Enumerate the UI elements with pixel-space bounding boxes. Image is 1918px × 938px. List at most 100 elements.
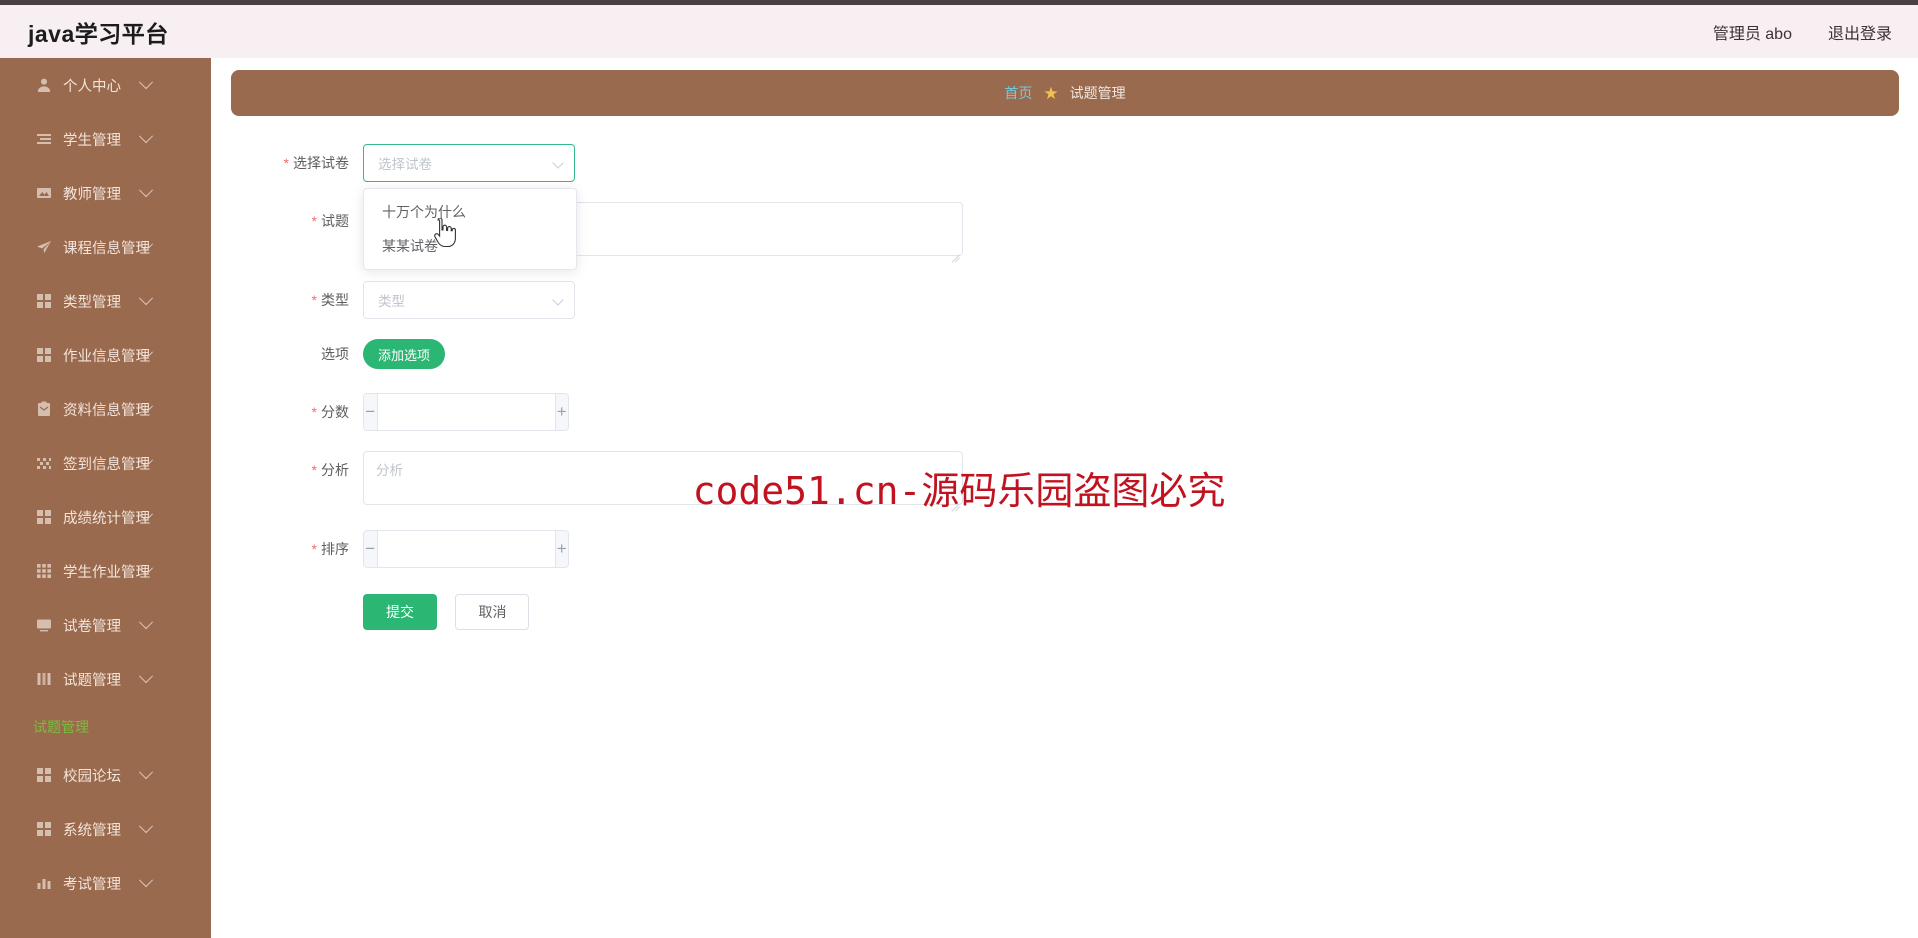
current-user: 管理员 abo [1712, 25, 1792, 43]
sort-decrement-button[interactable]: − [364, 531, 378, 567]
sidebar-item-homework-info-management[interactable]: 作业信息管理 [0, 328, 211, 382]
sidebar-item-label: 系统管理 [63, 822, 121, 839]
add-option-button[interactable]: 添加选项 [363, 339, 446, 369]
sidebar-item-type-management[interactable]: 类型管理 [0, 274, 211, 328]
options-label: 选项 [321, 346, 349, 362]
sidebar-item-label: 资料信息管理 [63, 402, 150, 419]
submit-button[interactable]: 提交 [363, 594, 437, 630]
sidebar-item-paper-management[interactable]: 试卷管理 [0, 598, 211, 652]
breadcrumb-current: 试题管理 [1069, 85, 1126, 101]
form-row-sort: 排序 − + [211, 530, 1918, 568]
type-select[interactable]: 类型 [363, 281, 575, 319]
bars-icon [36, 671, 52, 687]
sidebar-item-teacher-management[interactable]: 教师管理 [0, 166, 211, 220]
question-label: 试题 [211, 202, 363, 240]
cancel-button[interactable]: 取消 [455, 594, 530, 630]
checker-icon [36, 455, 52, 471]
star-icon: ★ [1043, 83, 1059, 103]
sidebar-item-label: 类型管理 [63, 294, 121, 311]
paper-option[interactable]: 十万个为什么 [364, 195, 576, 229]
grid4-icon [36, 293, 52, 309]
sidebar-item-label: 试题管理 [63, 672, 121, 689]
sidebar-item-label: 学生作业管理 [63, 564, 150, 581]
score-increment-button[interactable]: + [554, 394, 568, 430]
sidebar-item-score-stat-management[interactable]: 成绩统计管理 [0, 490, 211, 544]
sidebar-item-label: 学生管理 [63, 132, 121, 149]
paper-select-placeholder: 选择试卷 [378, 157, 432, 172]
sidebar-item-campus-forum[interactable]: 校园论坛 [0, 748, 211, 802]
sidebar-item-system-management[interactable]: 系统管理 [0, 802, 211, 856]
paper-select[interactable]: 选择试卷 [363, 144, 575, 182]
list-icon [36, 131, 52, 147]
form-row-paper: 选择试卷 选择试卷 十万个为什么 某某试卷 [211, 144, 1918, 270]
breadcrumb-home-link[interactable]: 首页 [1004, 83, 1032, 103]
chevron-down-icon [552, 294, 564, 306]
sidebar-item-label: 作业信息管理 [63, 348, 150, 365]
chevron-down-icon [138, 819, 154, 834]
type-select-placeholder: 类型 [378, 294, 405, 309]
chevron-down-icon [138, 75, 154, 90]
card-icon [36, 185, 52, 201]
analysis-control [363, 451, 963, 510]
sort-label: 排序 [211, 530, 363, 568]
logout-link[interactable]: 退出登录 [1828, 20, 1892, 44]
chevron-down-icon [138, 615, 154, 630]
sidebar-item-exam-management[interactable]: 考试管理 [0, 856, 211, 910]
chevron-down-icon [552, 157, 564, 169]
form-row-options: 选项 添加选项 [211, 339, 1918, 369]
user-icon [36, 77, 52, 93]
score-label: 分数 [211, 393, 363, 431]
sidebar-item-signin-info-management[interactable]: 签到信息管理 [0, 436, 211, 490]
chevron-down-icon [138, 183, 154, 198]
score-control: − + [363, 393, 569, 431]
sort-control: − + [363, 530, 569, 568]
grid4-icon [36, 767, 52, 783]
actions-control: 提交 取消 [363, 594, 530, 630]
chart-icon [36, 875, 52, 891]
sidebar[interactable]: 个人中心 学生管理 教师管理 课程信息管理 类型管理 作业信息管理 资料信息管理… [0, 58, 211, 938]
sort-input[interactable] [377, 531, 555, 567]
main-content: 首页 ★ 试题管理 选择试卷 选择试卷 十万个为什么 某某试卷 [211, 58, 1918, 938]
monitor-icon [36, 617, 52, 633]
send-icon [36, 239, 52, 255]
sidebar-item-question-management[interactable]: 试题管理 [0, 652, 211, 706]
score-decrement-button[interactable]: − [364, 394, 378, 430]
sidebar-item-label: 成绩统计管理 [63, 510, 150, 527]
sidebar-item-student-homework-management[interactable]: 学生作业管理 [0, 544, 211, 598]
sidebar-item-student-management[interactable]: 学生管理 [0, 112, 211, 166]
chevron-down-icon [138, 765, 154, 780]
sidebar-item-course-info-management[interactable]: 课程信息管理 [0, 220, 211, 274]
app-brand: java学习平台 [28, 20, 169, 47]
breadcrumb: 首页 ★ 试题管理 [231, 70, 1899, 116]
clipboard-icon [36, 401, 52, 417]
grid9-icon [36, 563, 52, 579]
paper-dropdown[interactable]: 十万个为什么 某某试卷 [363, 188, 577, 270]
sort-increment-button[interactable]: + [554, 531, 568, 567]
form-row-actions: 提交 取消 [211, 594, 1918, 630]
grid4-icon [36, 821, 52, 837]
type-label: 类型 [211, 281, 363, 319]
analysis-textarea[interactable] [363, 451, 963, 505]
sidebar-item-label: 考试管理 [63, 876, 121, 893]
sidebar-item-label: 个人中心 [63, 78, 121, 95]
paper-option[interactable]: 某某试卷 [364, 229, 576, 263]
analysis-label: 分析 [211, 451, 363, 489]
question-form: 选择试卷 选择试卷 十万个为什么 某某试卷 试题 [211, 144, 1918, 630]
sidebar-submenu-question-management[interactable]: 试题管理 [0, 706, 211, 748]
sidebar-item-label: 教师管理 [63, 186, 121, 203]
sort-stepper[interactable]: − + [363, 530, 569, 568]
app-root: code51.cncode51.cncode51.cncode51.cncode… [0, 0, 1918, 938]
paper-control: 选择试卷 十万个为什么 某某试卷 [363, 144, 577, 270]
form-row-analysis: 分析 [211, 451, 1918, 510]
top-bar: java学习平台 管理员 abo 退出登录 [0, 0, 1918, 58]
chevron-down-icon [138, 291, 154, 306]
score-stepper[interactable]: − + [363, 393, 569, 431]
sidebar-item-material-info-management[interactable]: 资料信息管理 [0, 382, 211, 436]
paper-label: 选择试卷 [211, 144, 363, 182]
sidebar-item-personal-center[interactable]: 个人中心 [0, 58, 211, 112]
type-control: 类型 [363, 281, 575, 319]
score-input[interactable] [377, 394, 555, 430]
chevron-down-icon [138, 129, 154, 144]
options-control: 添加选项 [363, 339, 446, 369]
sidebar-item-label: 课程信息管理 [63, 240, 150, 257]
